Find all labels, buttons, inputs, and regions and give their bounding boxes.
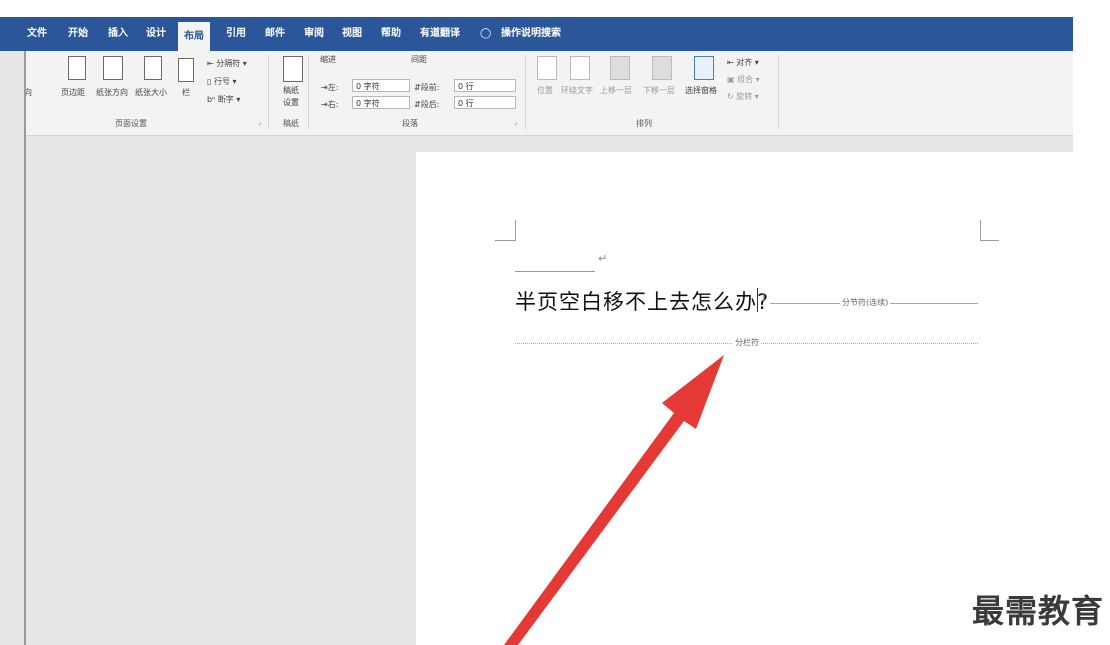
- position-icon[interactable]: [537, 56, 557, 80]
- left-border: [24, 51, 26, 645]
- indent-right-input[interactable]: 0 字符: [352, 96, 410, 109]
- indent-right-label: ⇥右:: [321, 100, 339, 109]
- tab-review[interactable]: 审阅: [304, 17, 324, 51]
- ribbon: A 文字方向 页边距 纸张方向 纸张大小 栏 ⇤ 分隔符 ▾ ▯ 行号 ▾ bⁿ…: [0, 51, 1073, 136]
- ribbon-separator: [525, 55, 526, 129]
- indent-label: 缩进: [320, 55, 336, 64]
- wrap-text-icon[interactable]: [570, 56, 590, 80]
- spacing-before-label: ⇵段前:: [414, 83, 440, 92]
- empty-paragraph-underline: [515, 271, 595, 272]
- tab-home[interactable]: 开始: [68, 17, 88, 51]
- ribbon-separator: [268, 55, 269, 129]
- arrow-shape: [504, 355, 724, 645]
- document-canvas-top: [416, 136, 1073, 152]
- margins-icon[interactable]: [68, 56, 86, 80]
- breaks-label: 分隔符: [216, 59, 241, 68]
- indent-left-text: 左:: [327, 83, 339, 92]
- page-setup-group-label: 页面设置: [115, 119, 147, 128]
- breaks-button[interactable]: ⇤ 分隔符 ▾: [207, 58, 247, 69]
- spacing-label: 间距: [411, 55, 427, 64]
- page-setup-dialog-launcher[interactable]: ⌟: [258, 118, 261, 126]
- rotate-button[interactable]: ↻ 旋转 ▾: [727, 91, 759, 102]
- bring-forward-icon[interactable]: [610, 56, 630, 80]
- crop-mark-top-left: [495, 220, 516, 241]
- spacing-after-input[interactable]: 0 行: [454, 96, 516, 109]
- hyphenation-button[interactable]: bⁿ 断字 ▾: [207, 94, 240, 105]
- tab-youdao-translate[interactable]: 有道翻译: [420, 17, 460, 51]
- text-cursor: [757, 288, 758, 312]
- rotate-label: 旋转: [736, 92, 753, 101]
- watermark-logo: 最需教育: [971, 592, 1104, 630]
- columns-button[interactable]: 栏: [182, 87, 190, 98]
- arrange-group-label: 排列: [636, 119, 652, 128]
- selection-pane-icon[interactable]: [694, 56, 714, 80]
- section-break-label: 分节符(连续): [840, 297, 891, 308]
- tab-view[interactable]: 视图: [342, 17, 362, 51]
- tab-references[interactable]: 引用: [226, 17, 246, 51]
- tab-insert[interactable]: 插入: [108, 17, 128, 51]
- send-backward-button[interactable]: 下移一层: [643, 85, 675, 96]
- orientation-icon[interactable]: [103, 56, 123, 80]
- draft-settings-line2[interactable]: 设置: [283, 97, 299, 108]
- indent-left-input[interactable]: 0 字符: [352, 79, 410, 92]
- document-canvas-background: [0, 136, 416, 645]
- draft-group-label: 稿纸: [283, 119, 299, 128]
- tell-me-search[interactable]: 操作说明搜索: [501, 17, 561, 51]
- red-arrow-annotation: [504, 355, 724, 645]
- align-label: 对齐: [736, 58, 753, 67]
- spacing-after-text: 段后:: [420, 100, 440, 109]
- spacing-before-text: 段前:: [420, 83, 440, 92]
- tab-help[interactable]: 帮助: [381, 17, 401, 51]
- orientation-button[interactable]: 纸张方向: [96, 87, 128, 98]
- bring-forward-button[interactable]: 上移一层: [600, 85, 632, 96]
- right-margin-blank: [1073, 0, 1110, 645]
- ribbon-separator: [778, 55, 779, 129]
- i-beam-cursor-icon: I: [762, 291, 766, 305]
- paragraph-group-label: 段落: [402, 119, 418, 128]
- document-heading[interactable]: 半页空白移不上去怎么办?: [515, 286, 769, 316]
- group-label: 组合: [737, 75, 754, 84]
- send-backward-icon[interactable]: [652, 56, 672, 80]
- group-button[interactable]: ▣ 组合 ▾: [727, 74, 760, 85]
- paragraph-mark-icon: ↵: [598, 252, 608, 265]
- line-numbers-label: 行号: [213, 77, 230, 86]
- paper-size-button[interactable]: 纸张大小: [135, 87, 167, 98]
- left-edge: [0, 51, 26, 645]
- crop-mark-top-right: [980, 220, 999, 241]
- tab-layout[interactable]: 布局: [178, 22, 210, 51]
- columns-icon[interactable]: [178, 58, 194, 82]
- ribbon-tab-bar: 文件 开始 插入 设计 布局 引用 邮件 审阅 视图 帮助 有道翻译 ◯ 操作说…: [0, 17, 1073, 51]
- position-button[interactable]: 位置: [537, 85, 553, 96]
- spacing-after-label: ⇵段后:: [414, 100, 440, 109]
- ribbon-separator: [308, 55, 309, 129]
- margins-button[interactable]: 页边距: [61, 87, 85, 98]
- draft-paper-icon[interactable]: [283, 56, 303, 82]
- hyphenation-label: 断字: [217, 95, 234, 104]
- tab-design[interactable]: 设计: [146, 17, 166, 51]
- indent-right-text: 右:: [327, 100, 339, 109]
- draft-settings-line1[interactable]: 稿纸: [283, 85, 299, 96]
- selection-pane-button[interactable]: 选择窗格: [685, 85, 717, 96]
- spacing-before-input[interactable]: 0 行: [454, 79, 516, 92]
- lightbulb-icon[interactable]: ◯: [480, 17, 491, 51]
- paragraph-dialog-launcher[interactable]: ⌟: [514, 118, 517, 126]
- paper-size-icon[interactable]: [144, 56, 162, 80]
- line-numbers-button[interactable]: ▯ 行号 ▾: [207, 76, 237, 87]
- tab-mailings[interactable]: 邮件: [265, 17, 285, 51]
- indent-left-label: ⇥左:: [321, 83, 339, 92]
- wrap-text-button[interactable]: 环绕文字: [561, 85, 593, 96]
- align-button[interactable]: ⇤ 对齐 ▾: [727, 57, 759, 68]
- tab-file[interactable]: 文件: [27, 17, 47, 51]
